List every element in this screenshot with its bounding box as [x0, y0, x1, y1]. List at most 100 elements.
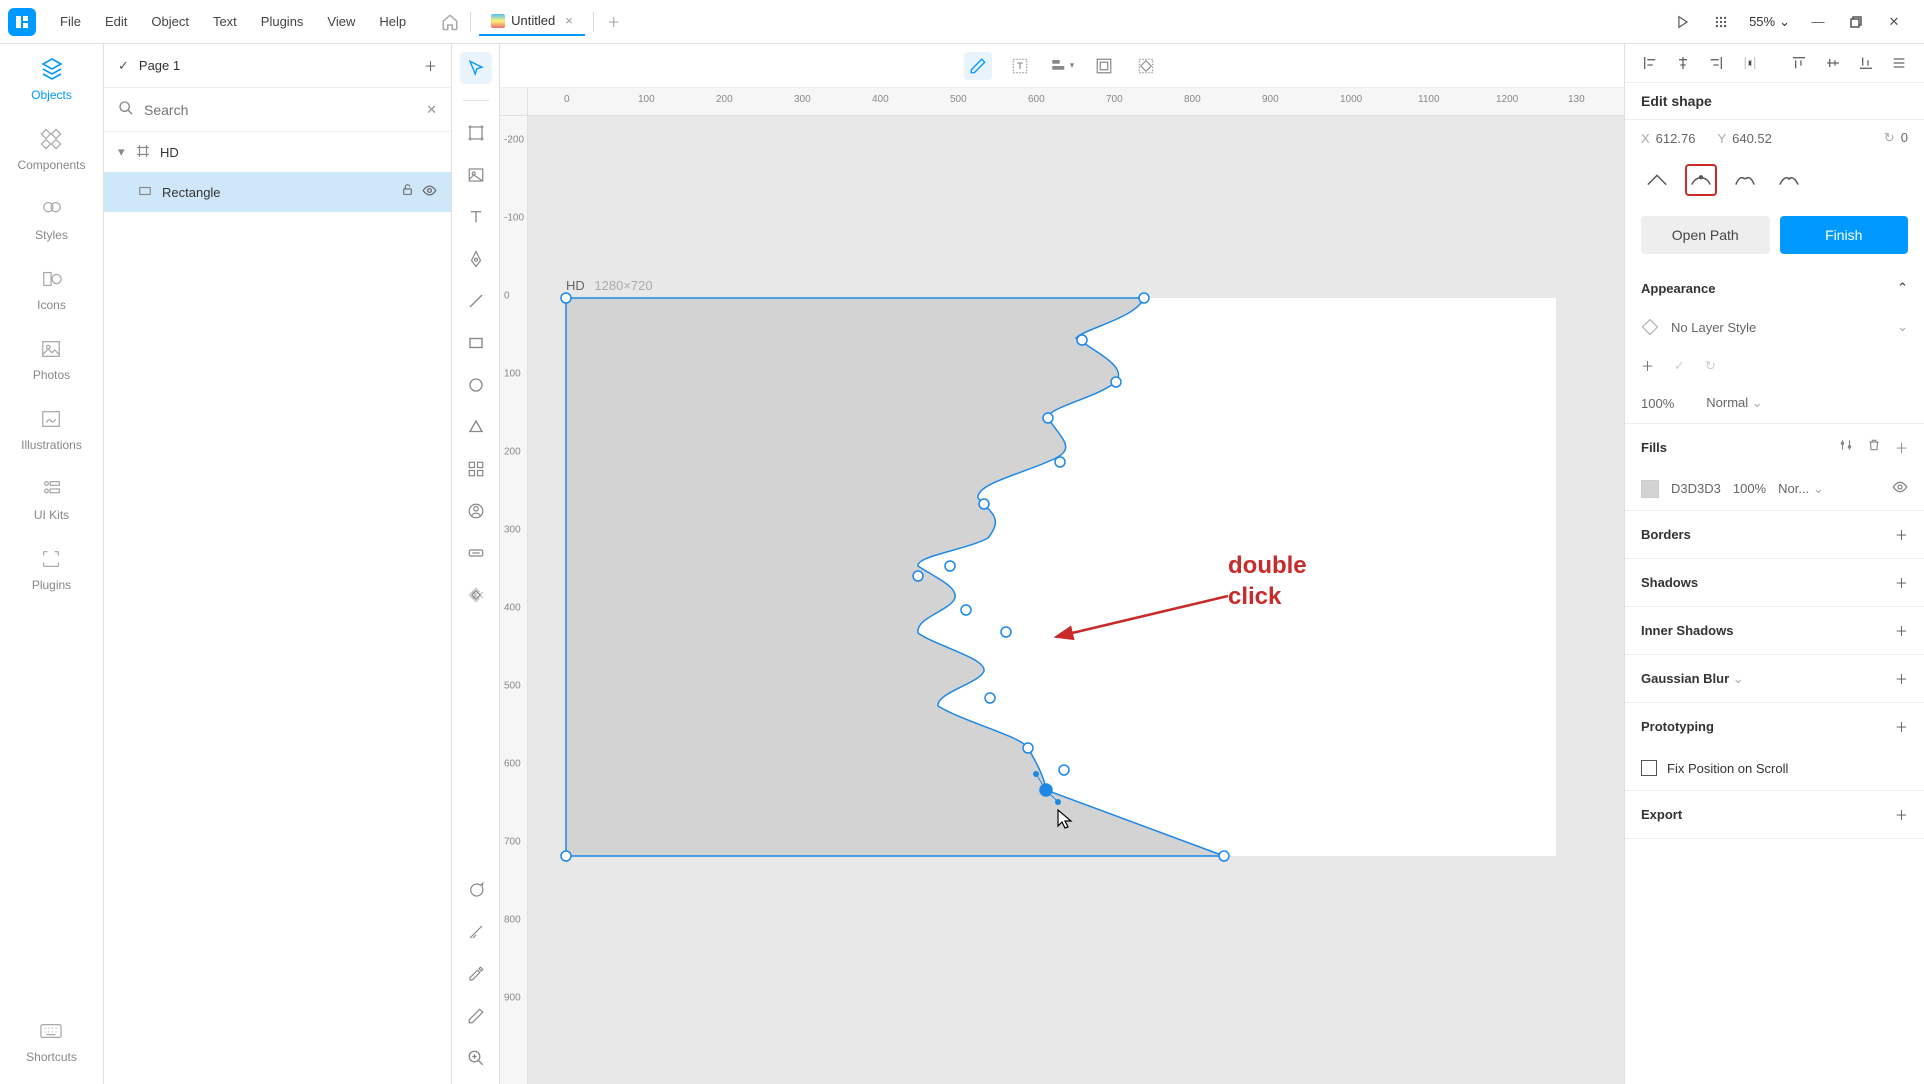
diamond-tool[interactable]: [460, 579, 492, 611]
fill-item[interactable]: D3D3D3 100% Nor... ⌄: [1625, 471, 1924, 510]
fills-header[interactable]: Fills ＋: [1625, 424, 1924, 471]
component-tool[interactable]: [460, 453, 492, 485]
window-close-icon[interactable]: ✕: [1884, 12, 1904, 32]
clear-search-icon[interactable]: ✕: [426, 102, 437, 118]
sidebar-photos[interactable]: Photos: [33, 336, 70, 382]
x-value[interactable]: 612.76: [1656, 131, 1696, 146]
create-component-button[interactable]: [1132, 52, 1160, 80]
layer-style-row[interactable]: No Layer Style ⌄: [1625, 310, 1924, 348]
ellipse-tool[interactable]: [460, 369, 492, 401]
eyedropper-tool[interactable]: [460, 958, 492, 990]
layer-frame[interactable]: ▾ HD: [104, 132, 451, 172]
add-shadow-icon[interactable]: ＋: [1895, 573, 1908, 592]
home-tab-icon[interactable]: [438, 10, 462, 34]
node-type-disconnected[interactable]: [1729, 164, 1761, 196]
edit-path-button[interactable]: [964, 52, 992, 80]
close-tab-icon[interactable]: ×: [565, 13, 573, 28]
caret-down-icon[interactable]: ▾: [118, 144, 128, 160]
checkbox-icon[interactable]: [1641, 760, 1657, 776]
search-input[interactable]: [144, 102, 416, 118]
add-fill-icon[interactable]: ＋: [1895, 438, 1908, 457]
layer-rectangle[interactable]: Rectangle: [104, 172, 451, 212]
visibility-icon[interactable]: [422, 183, 437, 201]
pen-tool[interactable]: [460, 243, 492, 275]
shadows-header[interactable]: Shadows ＋: [1625, 559, 1924, 606]
pages-header[interactable]: ✓ Page 1 ＋: [104, 44, 451, 88]
menu-help[interactable]: Help: [367, 8, 418, 35]
delete-fill-icon[interactable]: [1867, 438, 1881, 457]
align-dropdown[interactable]: ▾: [1048, 52, 1076, 80]
align-center-h-icon[interactable]: [1674, 54, 1691, 72]
avatar-tool[interactable]: [460, 495, 492, 527]
canvas[interactable]: HD 1280×720: [528, 116, 1624, 1084]
sidebar-illustrations[interactable]: Illustrations: [21, 406, 82, 452]
pencil-tool[interactable]: [460, 1000, 492, 1032]
align-left-icon[interactable]: [1641, 54, 1658, 72]
rotation-value[interactable]: 0: [1901, 130, 1908, 145]
opacity-value[interactable]: 100%: [1641, 396, 1674, 411]
fill-settings-icon[interactable]: [1839, 438, 1853, 457]
add-inner-shadow-icon[interactable]: ＋: [1895, 621, 1908, 640]
finish-button[interactable]: Finish: [1780, 216, 1909, 254]
menu-edit[interactable]: Edit: [93, 8, 139, 35]
sidebar-icons[interactable]: Icons: [37, 266, 66, 312]
open-path-button[interactable]: Open Path: [1641, 216, 1770, 254]
unlock-icon[interactable]: [401, 183, 414, 201]
more-align-icon[interactable]: [1891, 54, 1908, 72]
align-top-icon[interactable]: [1791, 54, 1808, 72]
artboard-label[interactable]: HD 1280×720: [566, 278, 653, 293]
ruler-vertical[interactable]: -200 -100 0 100 200 300 400 500 600 700 …: [500, 116, 528, 1084]
window-maximize-icon[interactable]: [1846, 12, 1866, 32]
apply-style-icon[interactable]: ✓: [1674, 358, 1685, 374]
button-tool[interactable]: [460, 537, 492, 569]
fill-visibility-icon[interactable]: [1892, 479, 1908, 498]
align-center-v-icon[interactable]: [1824, 54, 1841, 72]
line-tool[interactable]: [460, 285, 492, 317]
fill-swatch[interactable]: [1641, 480, 1659, 498]
play-preview-icon[interactable]: [1673, 12, 1693, 32]
blend-mode-select[interactable]: Normal ⌄: [1706, 395, 1762, 411]
align-bottom-icon[interactable]: [1857, 54, 1874, 72]
shape-path[interactable]: [566, 298, 1224, 856]
window-minimize-icon[interactable]: —: [1808, 12, 1828, 32]
node-type-asymmetric[interactable]: [1773, 164, 1805, 196]
blur-header[interactable]: Gaussian Blur ⌄ ＋: [1625, 655, 1924, 702]
node-type-mirrored[interactable]: [1685, 164, 1717, 196]
edited-shape[interactable]: [566, 298, 1556, 856]
prototyping-header[interactable]: Prototyping ＋: [1625, 703, 1924, 750]
add-prototype-icon[interactable]: ＋: [1895, 717, 1908, 736]
fill-blend-select[interactable]: Nor... ⌄: [1778, 481, 1824, 497]
image-tool[interactable]: [460, 159, 492, 191]
grid-apps-icon[interactable]: [1711, 12, 1731, 32]
group-selection-button[interactable]: [1090, 52, 1118, 80]
sidebar-uikits[interactable]: UI Kits: [34, 476, 69, 522]
sidebar-plugins[interactable]: Plugins: [32, 546, 71, 592]
new-tab-button[interactable]: ＋: [602, 10, 626, 34]
add-export-icon[interactable]: ＋: [1895, 805, 1908, 824]
fix-position-row[interactable]: Fix Position on Scroll: [1625, 750, 1924, 790]
slice-tool[interactable]: [460, 916, 492, 948]
sidebar-shortcuts[interactable]: Shortcuts: [26, 1018, 77, 1064]
node-type-straight[interactable]: [1641, 164, 1673, 196]
fill-hex[interactable]: D3D3D3: [1671, 481, 1721, 496]
app-logo-icon[interactable]: [8, 8, 36, 36]
inner-shadows-header[interactable]: Inner Shadows ＋: [1625, 607, 1924, 654]
document-tab[interactable]: Untitled ×: [479, 7, 585, 36]
menu-text[interactable]: Text: [201, 8, 249, 35]
menu-plugins[interactable]: Plugins: [249, 8, 316, 35]
zoom-level[interactable]: 55% ⌄: [1749, 14, 1790, 30]
polygon-tool[interactable]: [460, 411, 492, 443]
transform-text-button[interactable]: [1006, 52, 1034, 80]
menu-view[interactable]: View: [315, 8, 367, 35]
artboard-tool[interactable]: [460, 117, 492, 149]
distribute-h-icon[interactable]: [1741, 54, 1758, 72]
sidebar-objects[interactable]: Objects: [31, 56, 72, 102]
fill-opacity[interactable]: 100%: [1733, 481, 1766, 496]
add-border-icon[interactable]: ＋: [1895, 525, 1908, 544]
menu-file[interactable]: File: [48, 8, 93, 35]
align-right-icon[interactable]: [1708, 54, 1725, 72]
select-tool[interactable]: [460, 52, 492, 84]
comment-tool[interactable]: [460, 874, 492, 906]
reset-style-icon[interactable]: ↻: [1705, 358, 1716, 374]
menu-object[interactable]: Object: [139, 8, 201, 35]
